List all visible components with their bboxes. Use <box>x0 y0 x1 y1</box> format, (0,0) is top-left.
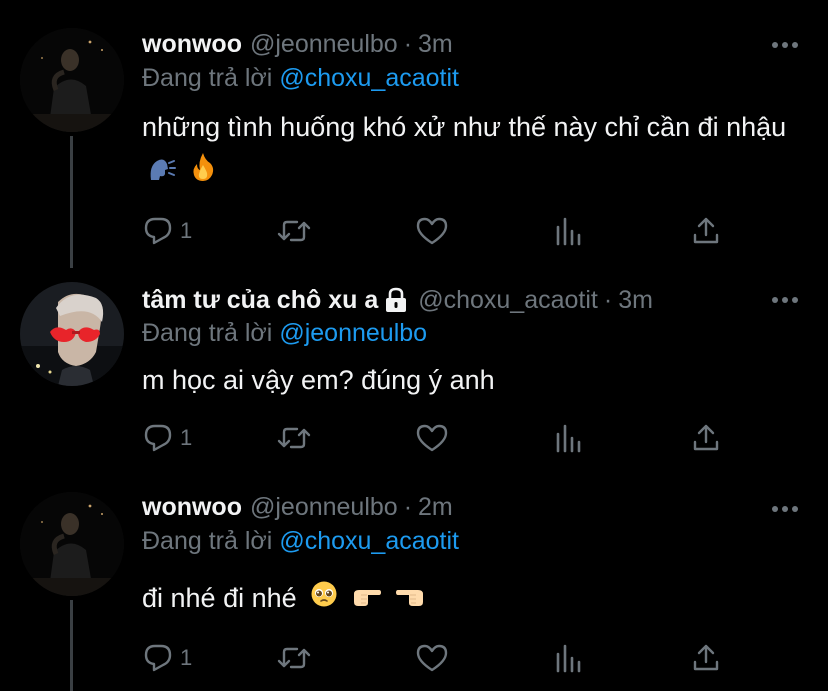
reply-count: 1 <box>180 645 193 670</box>
pointing-right-emoji <box>352 577 382 622</box>
reply-icon <box>144 217 172 245</box>
retweet-icon <box>277 220 311 242</box>
tweet-header: tâm tư của chô xu a @choxu_acaotit · 3m <box>142 283 653 317</box>
avatar[interactable] <box>20 492 124 596</box>
separator-dot: · <box>603 285 613 314</box>
tweet-text: m học ai vậy em? đúng ý anh <box>142 358 792 403</box>
tweet-text-content: những tình huống khó xử như thế này chỉ … <box>142 112 787 142</box>
replying-to-label: Đang trả lời <box>142 319 273 347</box>
reply-count: 1 <box>180 425 193 450</box>
display-name[interactable]: wonwoo <box>142 30 242 59</box>
share-icon <box>693 217 719 244</box>
tweet-text: những tình huống khó xử như thế này chỉ … <box>142 105 792 196</box>
share-button[interactable] <box>691 213 721 249</box>
tweet-text: đi nhé đi nhé <box>142 576 792 622</box>
username-handle[interactable]: @jeonneulbo <box>250 493 398 522</box>
more-icon[interactable] <box>772 296 798 304</box>
separator-dot: · <box>403 492 413 521</box>
timestamp[interactable]: 3m <box>418 30 453 59</box>
share-icon <box>693 424 719 451</box>
avatar[interactable] <box>20 282 124 386</box>
replying-to: Đang trả lời @choxu_acaotit <box>142 527 459 559</box>
like-icon <box>416 424 448 452</box>
mention-link[interactable]: @choxu_acaotit <box>279 64 459 92</box>
share-icon <box>693 644 719 671</box>
avatar[interactable] <box>20 28 124 132</box>
analytics-icon <box>556 644 581 673</box>
fire-emoji <box>190 151 216 196</box>
retweet-button[interactable] <box>276 420 312 456</box>
tweet-2[interactable]: tâm tư của chô xu a @choxu_acaotit · 3m … <box>0 270 828 480</box>
replying-to-label: Đang trả lời <box>142 527 273 555</box>
lock-icon <box>384 287 408 313</box>
replying-to: Đang trả lời @choxu_acaotit <box>142 64 459 96</box>
mention-link[interactable]: @jeonneulbo <box>279 319 427 347</box>
username-handle[interactable]: @jeonneulbo <box>250 30 398 59</box>
tweet-3[interactable]: wonwoo @jeonneulbo · 2m Đang trả lời @cho… <box>0 480 828 691</box>
speaking-head-emoji <box>148 151 176 196</box>
like-button[interactable] <box>415 640 449 676</box>
share-button[interactable] <box>691 420 721 456</box>
reply-icon <box>144 424 172 452</box>
reply-count: 1 <box>180 218 193 243</box>
retweet-button[interactable] <box>276 640 312 676</box>
timestamp[interactable]: 3m <box>618 286 653 315</box>
timestamp[interactable]: 2m <box>418 493 453 522</box>
tweet-text-content: m học ai vậy em? đúng ý anh <box>142 365 495 395</box>
display-name[interactable]: tâm tư của chô xu a <box>142 286 378 315</box>
pointing-left-emoji <box>395 577 425 622</box>
separator-dot: · <box>403 29 413 58</box>
analytics-icon <box>556 217 581 246</box>
analytics-button[interactable] <box>554 640 584 676</box>
analytics-button[interactable] <box>554 213 584 249</box>
reply-icon <box>144 644 172 672</box>
analytics-button[interactable] <box>554 420 584 456</box>
more-icon[interactable] <box>772 41 798 49</box>
retweet-icon <box>277 427 311 449</box>
tweet-actions: 1 <box>142 640 742 676</box>
tweet-actions: 1 <box>142 420 742 456</box>
replying-to-label: Đang trả lời <box>142 64 273 92</box>
tweet-header: wonwoo @jeonneulbo · 2m <box>142 490 453 524</box>
share-button[interactable] <box>691 640 721 676</box>
retweet-icon <box>277 647 311 669</box>
like-button[interactable] <box>415 213 449 249</box>
retweet-button[interactable] <box>276 213 312 249</box>
pleading-face-emoji <box>310 577 338 622</box>
more-icon[interactable] <box>772 505 798 513</box>
mention-link[interactable]: @choxu_acaotit <box>279 527 459 555</box>
like-button[interactable] <box>415 420 449 456</box>
tweet-text-content: đi nhé đi nhé <box>142 583 297 613</box>
like-icon <box>416 644 448 672</box>
reply-button[interactable]: 1 <box>142 640 192 676</box>
display-name[interactable]: wonwoo <box>142 493 242 522</box>
username-handle[interactable]: @choxu_acaotit <box>418 286 598 315</box>
tweet-header: wonwoo @jeonneulbo · 3m <box>142 27 453 61</box>
replying-to: Đang trả lời @jeonneulbo <box>142 319 427 351</box>
tweet-1[interactable]: wonwoo @jeonneulbo · 3m Đang trả lời @cho… <box>0 0 828 270</box>
like-icon <box>416 217 448 245</box>
reply-button[interactable]: 1 <box>142 420 192 456</box>
reply-button[interactable]: 1 <box>142 213 192 249</box>
tweet-actions: 1 <box>142 213 742 249</box>
analytics-icon <box>556 424 581 453</box>
